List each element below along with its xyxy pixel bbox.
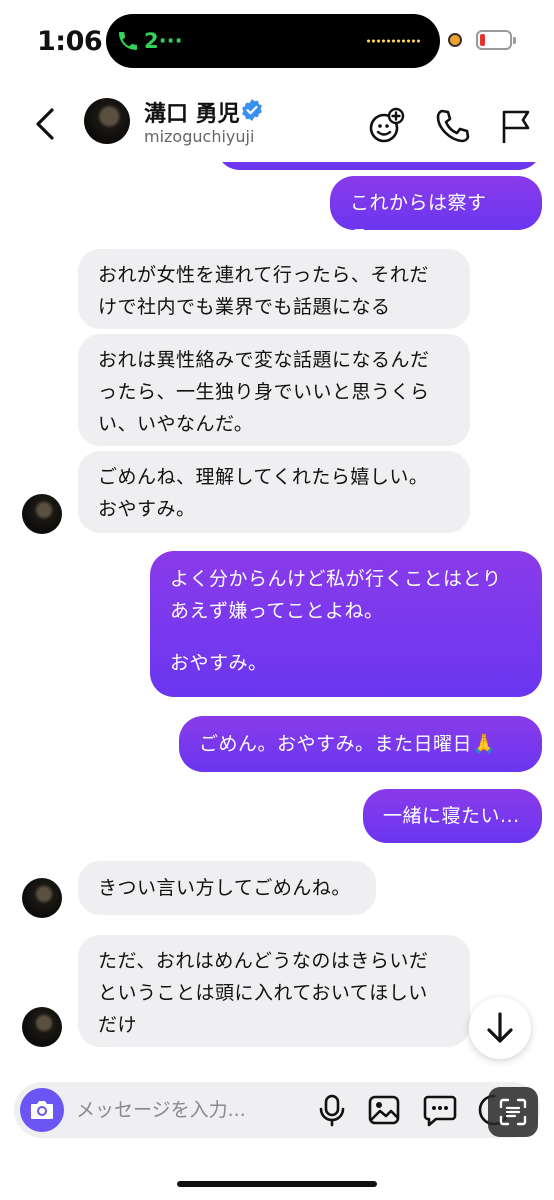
phone-call-icon (119, 32, 137, 50)
message-text: 一緒に寝たい... (383, 805, 520, 827)
message-text-line: い、いやなんだ。 (98, 413, 254, 435)
message-bubble-sent[interactable]: よく分からんけど私が行くことはとり あえず嫌ってことよね。 おやすみ。 (150, 551, 542, 697)
phone-icon[interactable] (432, 106, 472, 146)
active-call-indicator[interactable]: 2··· (116, 24, 183, 58)
chat-header: 溝口 勇児 mizoguchiyuji (0, 84, 554, 162)
message-bubble-received[interactable]: おれが女性を連れて行ったら、それだ けで社内でも業界でも話題になる (78, 249, 470, 329)
contact-name[interactable]: 溝口 勇児 (144, 96, 240, 128)
back-chevron-icon[interactable] (28, 104, 62, 144)
message-text-line: おやすみ。 (98, 498, 196, 520)
message-bubble-received[interactable]: ただ、おれはめんどうなのはきらいだ ということは頭に入れておいてほしい だけ (78, 935, 470, 1047)
sender-avatar[interactable] (22, 1007, 62, 1047)
contact-avatar[interactable] (84, 98, 130, 144)
camera-button[interactable] (20, 1088, 64, 1132)
message-text-line: よく分からんけど私が行くことはとり (170, 568, 502, 590)
message-text-line: ったら、一生独り身でいいと思うくら (98, 381, 430, 403)
message-bubble-sent[interactable]: ごめん。おやすみ。また日曜日🙏 (179, 716, 542, 772)
scan-text-icon (499, 1098, 527, 1126)
scroll-to-bottom-button[interactable] (469, 997, 531, 1059)
message-composer (14, 1082, 540, 1138)
microphone-icon[interactable] (314, 1092, 350, 1128)
message-text-line: おれが女性を連れて行ったら、それだ (98, 264, 429, 286)
message-text-line: あえず嫌ってことよね。 (170, 600, 384, 622)
home-indicator[interactable] (177, 1181, 377, 1187)
message-text: きつい言い方してごめんね。 (98, 877, 351, 899)
message-bubble-sent[interactable]: 一緒に寝たい... (363, 789, 542, 843)
message-bubble-received[interactable]: おれは異性絡みで変な話題になるんだ ったら、一生独り身でいいと思うくら い、いや… (78, 334, 470, 446)
message-bubble-partial[interactable] (216, 162, 542, 170)
image-icon[interactable] (366, 1092, 402, 1128)
message-text-line: おやすみ。 (170, 652, 268, 674)
status-time: 1:06 (37, 26, 103, 57)
message-text-line: ということは頭に入れておいてほしい (98, 982, 428, 1004)
add-person-icon[interactable] (366, 106, 406, 146)
message-input[interactable] (76, 1092, 296, 1128)
message-text: これからは察する。 (350, 192, 487, 248)
message-bubble-sent[interactable]: これからは察する。 (330, 176, 542, 248)
message-text-line: ただ、おれはめんどうなのはきらいだ (98, 950, 429, 972)
status-bar: 1:06 2··· (0, 0, 554, 84)
battery-icon (476, 30, 516, 50)
flag-icon[interactable] (496, 106, 536, 146)
camera-icon (31, 1101, 53, 1119)
dynamic-island[interactable]: 2··· (106, 14, 440, 68)
audio-waveform-icon (366, 38, 422, 44)
message-text-line: ごめんね、理解してくれたら嬉しい。 (98, 466, 429, 488)
verified-badge-icon (242, 99, 262, 121)
contact-handle: mizoguchiyuji (144, 127, 255, 146)
message-bubble-received[interactable]: きつい言い方してごめんね。 (78, 861, 376, 915)
message-bubble-received[interactable]: ごめんね、理解してくれたら嬉しい。 おやすみ。 (78, 451, 470, 533)
recording-indicator-icon (448, 33, 462, 47)
chat-bubble-icon[interactable] (422, 1092, 458, 1128)
message-text-line: だけ (98, 1014, 138, 1036)
scan-text-button[interactable] (488, 1087, 538, 1137)
message-list[interactable]: これからは察する。 おれが女性を連れて行ったら、それだ けで社内でも業界でも話題… (0, 162, 554, 1082)
message-text: ごめん。おやすみ。また日曜日🙏 (199, 733, 497, 755)
message-text-line: けで社内でも業界でも話題になる (98, 296, 391, 318)
arrow-down-icon (487, 1012, 513, 1043)
message-text-line: おれは異性絡みで変な話題になるんだ (98, 349, 430, 371)
call-indicator-text: 2··· (144, 29, 183, 53)
sender-avatar[interactable] (22, 494, 62, 534)
sender-avatar[interactable] (22, 878, 62, 918)
